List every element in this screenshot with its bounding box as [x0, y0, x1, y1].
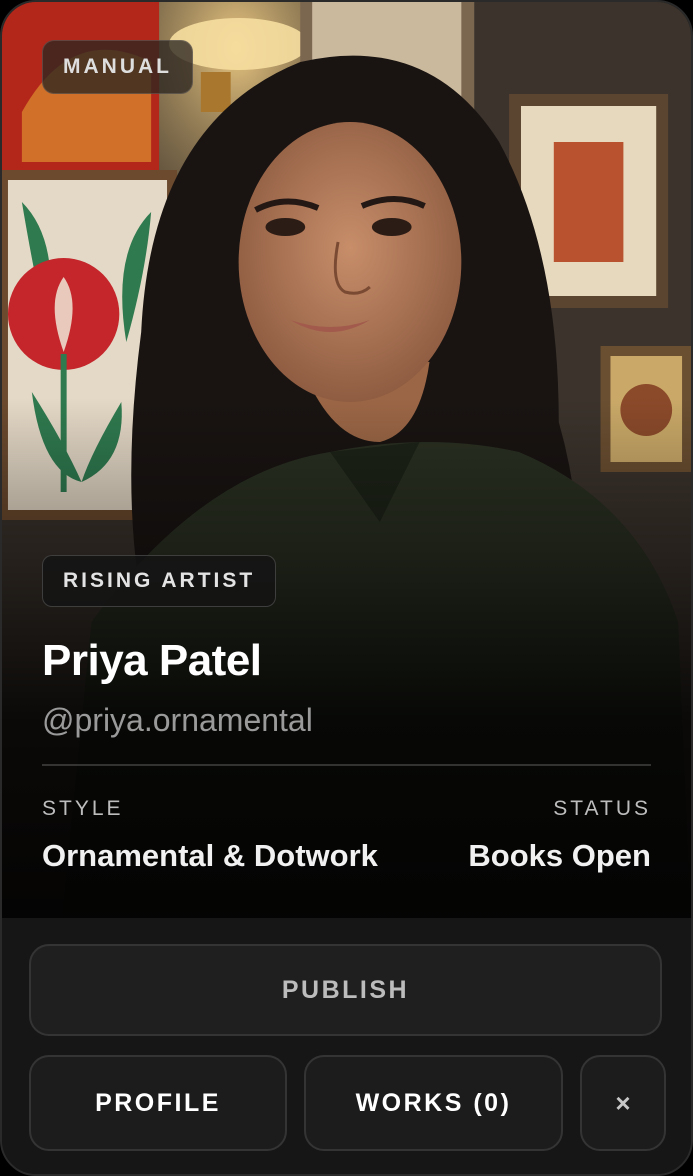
- manual-badge: MANUAL: [42, 40, 193, 94]
- rising-artist-badge: RISING ARTIST: [42, 555, 277, 607]
- close-button[interactable]: ×: [580, 1055, 666, 1151]
- artist-card: MANUAL RISING ARTIST Priya Patel @priya.…: [0, 0, 693, 1176]
- close-icon: ×: [615, 1087, 631, 1118]
- publish-button[interactable]: PUBLISH: [29, 944, 662, 1036]
- style-value: Ornamental & Dotwork: [42, 838, 378, 873]
- artist-photo: MANUAL RISING ARTIST Priya Patel @priya.…: [2, 2, 691, 918]
- profile-button[interactable]: PROFILE: [29, 1055, 287, 1151]
- works-button[interactable]: WORKS (0): [304, 1055, 563, 1151]
- action-panel: PUBLISH PROFILE WORKS (0) ×: [2, 918, 691, 1174]
- status-value: Books Open: [468, 838, 651, 873]
- info-divider: [42, 764, 651, 766]
- artist-name: Priya Patel: [42, 636, 262, 685]
- style-label: STYLE: [42, 797, 124, 820]
- status-label: STATUS: [553, 797, 651, 820]
- artist-handle: @priya.ornamental: [42, 702, 313, 738]
